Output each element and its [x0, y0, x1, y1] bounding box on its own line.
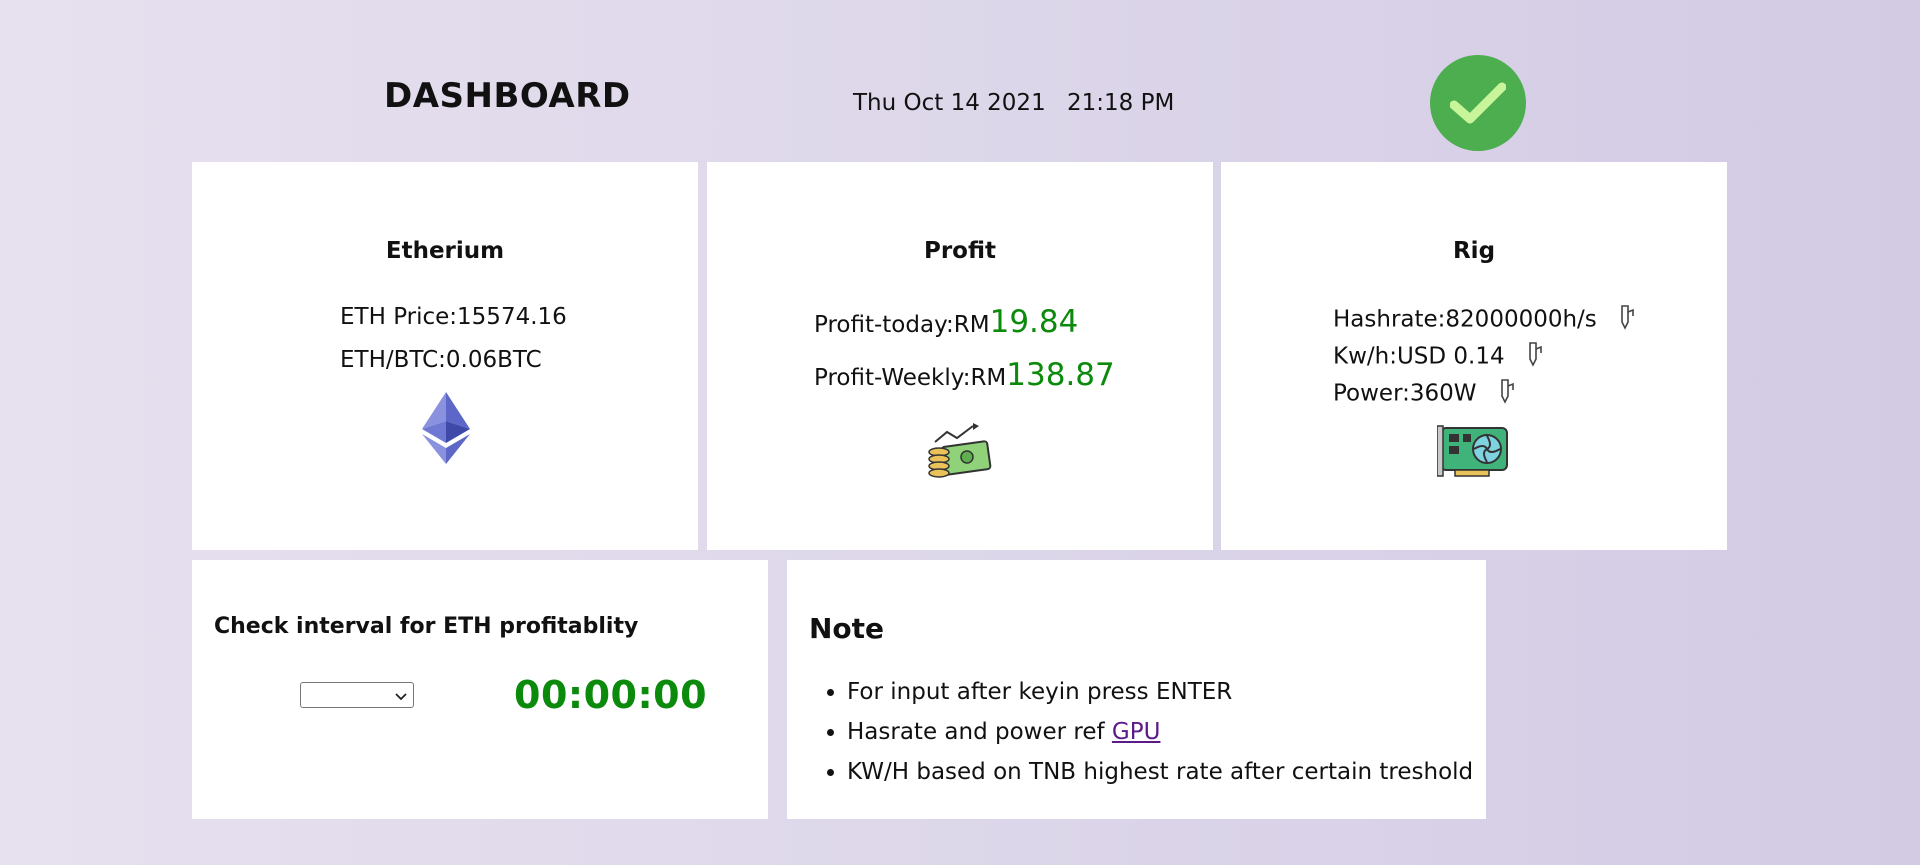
chevron-down-icon [395, 686, 407, 705]
rig-heading: Rig [1452, 238, 1496, 264]
interval-heading: Check interval for ETH profitablity [214, 614, 639, 639]
rig-card: Rig Hashrate:82000000h/s Kw/h:USD 0.14 P… [1221, 162, 1727, 550]
note-list: For input after keyin press ENTER Hasrat… [847, 672, 1473, 792]
profit-weekly-value: 138.87 [1006, 357, 1115, 393]
hashrate-row: Hashrate:82000000h/s [1333, 304, 1636, 336]
note-item: KW/H based on TNB highest rate after cer… [847, 752, 1473, 792]
edit-kwh-icon[interactable] [1526, 341, 1544, 373]
hashrate-value: Hashrate:82000000h/s [1333, 306, 1597, 333]
profit-today-value: 19.84 [989, 304, 1079, 340]
countdown-timer: 00:00:00 [514, 673, 708, 717]
eth-price: ETH Price:15574.16 [340, 304, 567, 330]
profit-today-row: Profit-today:RM19.84 [814, 304, 1078, 340]
profit-heading: Profit [923, 238, 997, 264]
profit-today-label: Profit-today:RM [814, 312, 990, 338]
kwh-row: Kw/h:USD 0.14 [1333, 341, 1544, 373]
power-row: Power:360W [1333, 378, 1516, 410]
eth-btc-rate: ETH/BTC:0.06BTC [340, 347, 542, 373]
page-title: DASHBOARD [384, 76, 631, 116]
gpu-card-icon [1436, 424, 1511, 486]
note-card: Note For input after keyin press ENTER H… [787, 560, 1486, 819]
edit-power-icon[interactable] [1498, 378, 1516, 410]
ethereum-heading: Etherium [385, 238, 505, 264]
profit-weekly-label: Profit-Weekly:RM [814, 365, 1007, 391]
edit-hashrate-icon[interactable] [1618, 304, 1636, 336]
ethereum-icon [422, 392, 470, 468]
power-value: Power:360W [1333, 380, 1477, 407]
interval-select[interactable] [300, 682, 414, 708]
current-time: 21:18 PM [1067, 90, 1175, 116]
note-heading: Note [809, 612, 885, 645]
gpu-link[interactable]: GPU [1112, 719, 1161, 745]
checkmark-icon [1430, 55, 1526, 151]
profit-card: Profit Profit-today:RM19.84 Profit-Weekl… [707, 162, 1213, 550]
check-interval-card: Check interval for ETH profitablity 00:0… [192, 560, 768, 819]
note-item: Hasrate and power ref GPU [847, 712, 1473, 752]
profit-weekly-row: Profit-Weekly:RM138.87 [814, 357, 1115, 393]
ethereum-card: Etherium ETH Price:15574.16 ETH/BTC:0.06… [192, 162, 698, 550]
note-item: For input after keyin press ENTER [847, 672, 1473, 712]
money-icon [927, 422, 993, 482]
kwh-value: Kw/h:USD 0.14 [1333, 343, 1505, 370]
current-date: Thu Oct 14 2021 [853, 90, 1046, 116]
